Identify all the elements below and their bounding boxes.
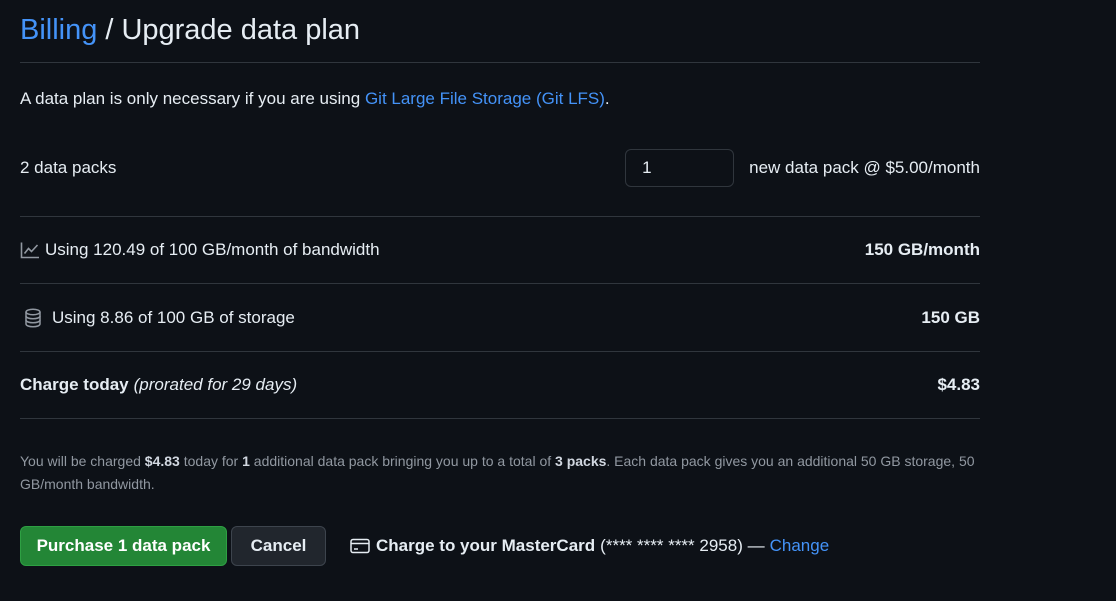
current-packs-label: 2 data packs — [20, 157, 117, 177]
charge-today-label: Charge today — [20, 375, 129, 394]
summary-total-packs: 3 packs — [555, 453, 607, 469]
payment-method: Charge to your MasterCard (**** **** ***… — [350, 536, 829, 556]
change-payment-link[interactable]: Change — [770, 536, 830, 556]
bandwidth-usage-text: Using 120.49 of 100 GB/month of bandwidt… — [45, 240, 380, 259]
page-header: Billing / Upgrade data plan — [20, 0, 980, 63]
upgrade-data-plan-page: Billing / Upgrade data plan A data plan … — [20, 0, 980, 566]
charge-today-amount: $4.83 — [937, 375, 980, 394]
bandwidth-new-total: 150 GB/month — [864, 240, 980, 259]
intro-suffix: . — [604, 89, 610, 108]
quantity-input[interactable] — [625, 148, 735, 187]
charge-today-row: Charge today (prorated for 29 days) $4.8… — [20, 352, 980, 419]
git-lfs-link[interactable]: Git Large File Storage (Git LFS) — [365, 89, 605, 108]
summary-text-3: additional data pack bringing you up to … — [249, 453, 556, 469]
charge-summary-note: You will be charged $4.83 today for 1 ad… — [20, 450, 980, 496]
bandwidth-row: Using 120.49 of 100 GB/month of bandwidt… — [20, 217, 980, 284]
page-title: Upgrade data plan — [121, 13, 361, 46]
form-actions: Purchase 1 data pack Cancel Charge to yo… — [20, 526, 980, 566]
masked-card-number: (**** **** **** 2958) — — [600, 536, 765, 555]
storage-new-total: 150 GB — [921, 307, 980, 327]
intro-sentence: A data plan is only necessary if you are… — [20, 89, 365, 108]
cancel-button[interactable]: Cancel — [231, 526, 326, 566]
storage-row: Using 8.86 of 100 GB of storage 150 GB — [20, 284, 980, 352]
data-packs-row: 2 data packs new data pack @ $5.00/month — [20, 119, 980, 217]
summary-amount: $4.83 — [144, 453, 180, 469]
unit-price-label: new data pack @ $5.00/month — [749, 157, 980, 177]
graph-icon — [20, 240, 40, 260]
credit-card-icon — [350, 538, 370, 554]
storage-usage-text: Using 8.86 of 100 GB of storage — [52, 307, 295, 327]
payment-label: Charge to your MasterCard — [376, 536, 596, 555]
breadcrumb-billing-link[interactable]: Billing — [20, 14, 97, 47]
purchase-button[interactable]: Purchase 1 data pack — [20, 526, 227, 566]
breadcrumb-separator: / — [105, 13, 114, 46]
prorated-note: (prorated for 29 days) — [133, 375, 298, 394]
summary-text-2: today for — [179, 453, 243, 469]
summary-text-1: You will be charged — [20, 453, 145, 469]
summary-count: 1 — [242, 453, 250, 469]
intro-text: A data plan is only necessary if you are… — [20, 89, 980, 111]
database-icon — [23, 307, 43, 328]
